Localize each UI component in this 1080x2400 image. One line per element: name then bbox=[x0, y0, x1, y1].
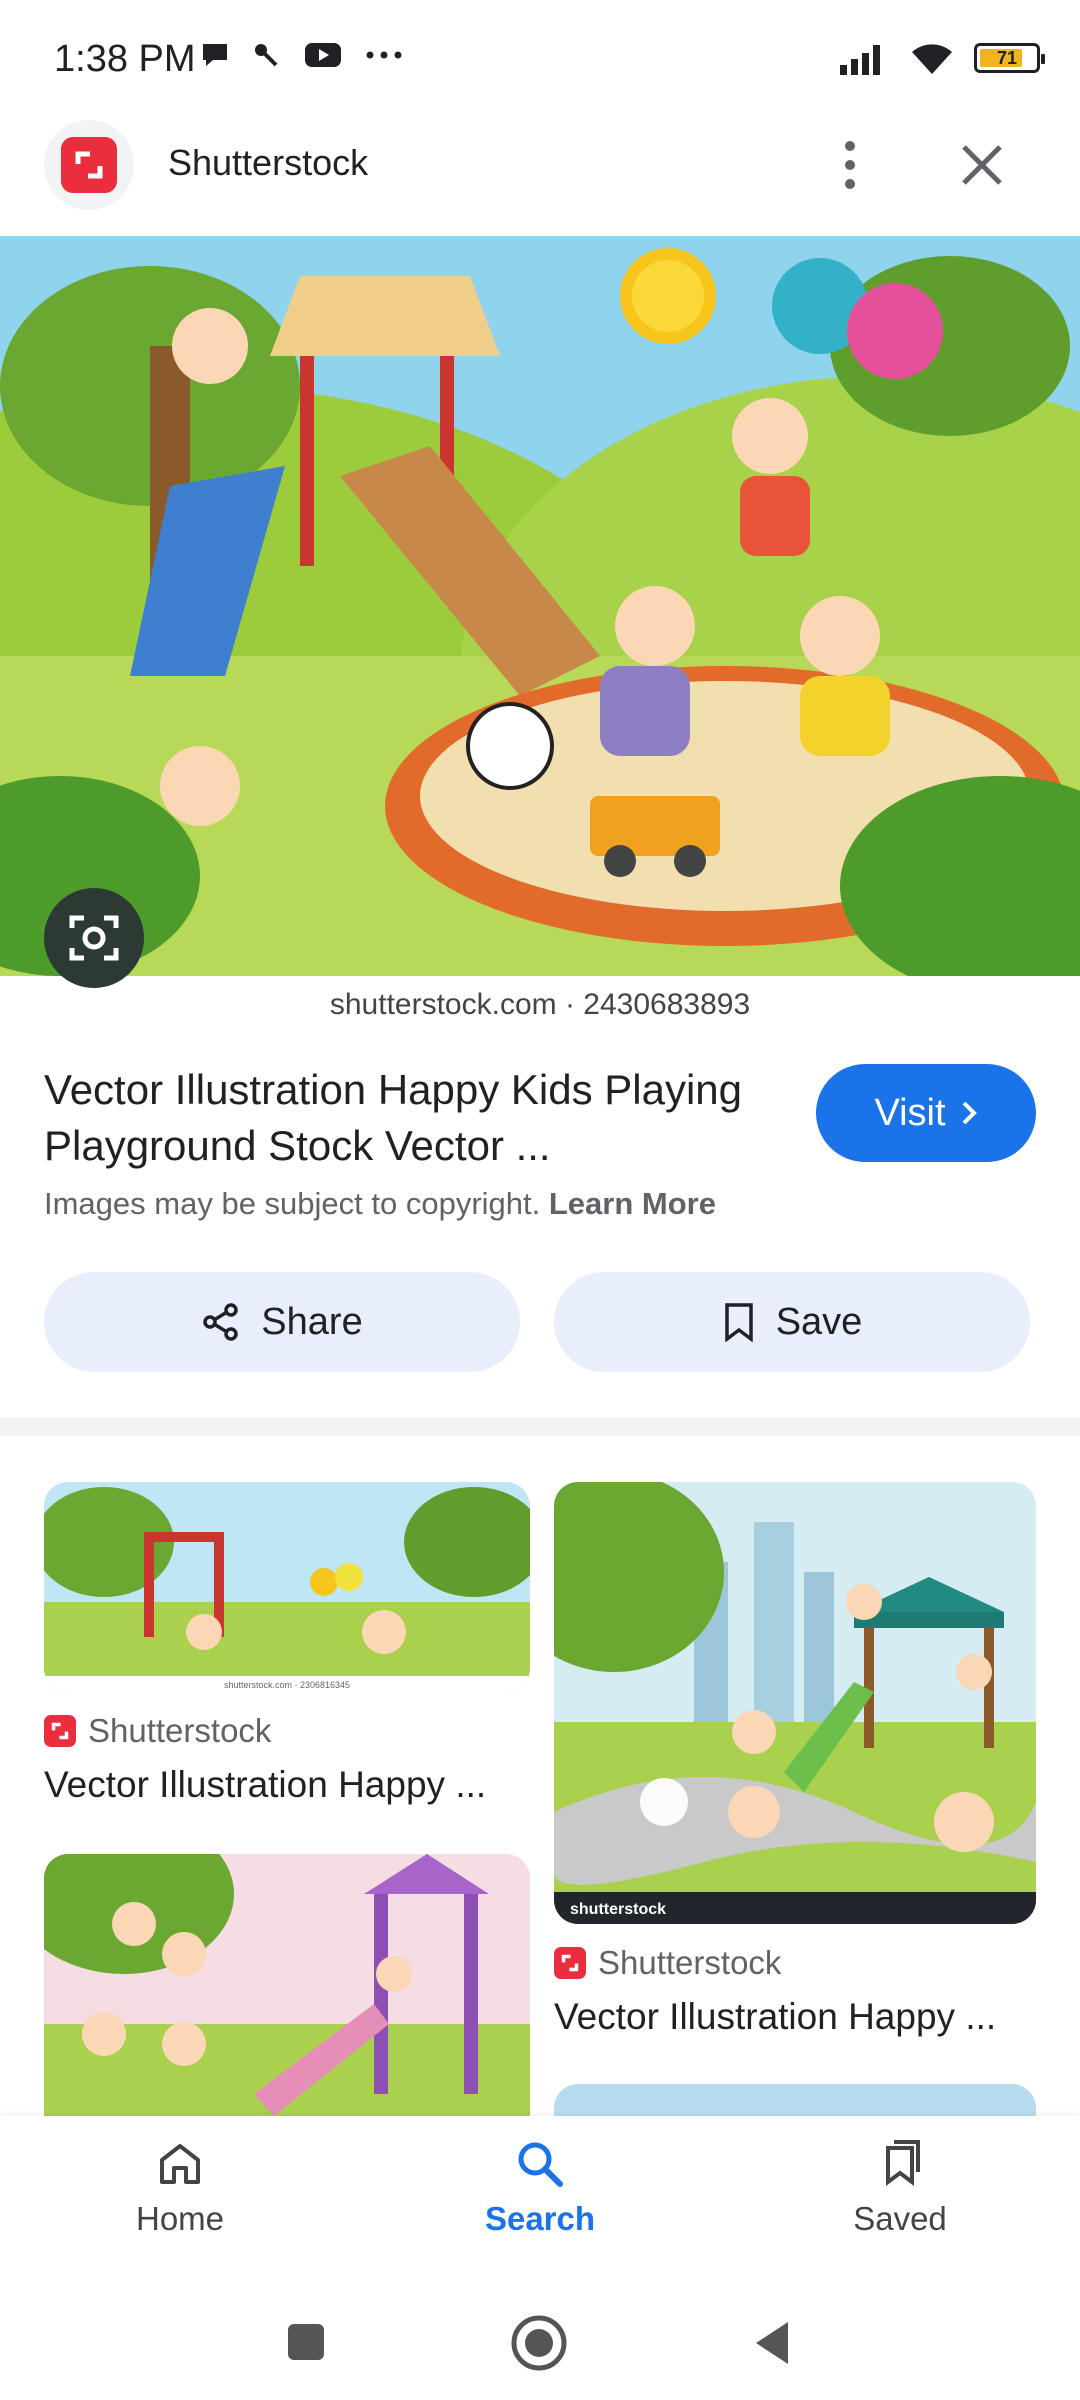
home-button-icon[interactable] bbox=[510, 2314, 568, 2372]
more-vert-icon bbox=[845, 141, 855, 189]
battery-icon: 71 bbox=[974, 43, 1045, 73]
recents-button-icon[interactable] bbox=[286, 2322, 326, 2362]
learn-more-link[interactable]: Learn More bbox=[549, 1186, 716, 1221]
related-source-name: Shutterstock bbox=[598, 1944, 782, 1981]
thumb1-watermark: shutterstock.com · 2306816345 bbox=[224, 1680, 350, 1690]
share-icon bbox=[203, 1303, 239, 1341]
notification-icons bbox=[200, 40, 404, 70]
related-thumbnail[interactable]: shutterstock.com · 2306816345 bbox=[44, 1482, 530, 1692]
related-result-card[interactable] bbox=[554, 2084, 1036, 2116]
related-source-name: Shutterstock bbox=[88, 1712, 272, 1749]
related-title[interactable]: Vector Illustration Happy ... bbox=[44, 1764, 530, 1806]
section-divider bbox=[0, 1418, 1080, 1436]
site-name: Shutterstock bbox=[168, 142, 369, 183]
status-bar: 1:38 PM 71 bbox=[0, 0, 1080, 120]
nav-saved[interactable]: Saved bbox=[790, 2138, 1010, 2238]
related-result-card[interactable] bbox=[44, 1854, 530, 2116]
bottom-navigation: Home Search Saved bbox=[0, 2116, 1080, 2286]
related-thumbnail[interactable]: shutterstock bbox=[554, 1482, 1036, 1924]
share-label: Share bbox=[261, 1300, 363, 1343]
google-lens-button[interactable] bbox=[44, 888, 144, 988]
close-button[interactable] bbox=[950, 130, 1014, 200]
image-watermark: shutterstock.com · 2430683893 bbox=[329, 988, 751, 1021]
battery-percentage: 71 bbox=[996, 47, 1018, 68]
nav-search[interactable]: Search bbox=[430, 2138, 650, 2238]
key-icon bbox=[255, 44, 278, 67]
nav-saved-label: Saved bbox=[853, 2200, 947, 2237]
related-thumbnail[interactable] bbox=[44, 1854, 530, 2116]
result-title[interactable]: Vector Illustration Happy Kids Playing P… bbox=[44, 1062, 764, 1174]
search-icon bbox=[518, 2142, 563, 2187]
result-image[interactable]: shutterstock.com · 2430683893 bbox=[0, 236, 1080, 1026]
home-icon bbox=[160, 2144, 200, 2184]
more-options-button[interactable] bbox=[820, 130, 880, 200]
save-label: Save bbox=[775, 1300, 863, 1343]
youtube-icon bbox=[305, 43, 341, 67]
site-header: Shutterstock bbox=[0, 120, 1080, 236]
signal-icon bbox=[840, 45, 880, 75]
visit-label: Visit bbox=[874, 1091, 946, 1134]
more-dots-icon bbox=[366, 51, 402, 59]
related-result-card[interactable]: shutterstock Shutterstock Vector Illustr… bbox=[554, 1482, 1036, 2038]
bookmark-icon bbox=[724, 1303, 753, 1342]
visit-button[interactable]: Visit bbox=[816, 1064, 1036, 1162]
nav-home[interactable]: Home bbox=[70, 2138, 290, 2238]
nav-search-label: Search bbox=[484, 2200, 596, 2237]
related-result-card[interactable]: shutterstock.com · 2306816345 Shuttersto… bbox=[44, 1482, 530, 1806]
copyright-text: Images may be subject to copyright. bbox=[44, 1186, 541, 1221]
related-title[interactable]: Vector Illustration Happy ... bbox=[554, 1996, 1036, 2038]
shutterstock-favicon-icon bbox=[44, 1715, 76, 1747]
shutterstock-logo-icon[interactable] bbox=[44, 120, 134, 210]
back-button-icon[interactable] bbox=[752, 2320, 792, 2366]
close-icon bbox=[962, 145, 1002, 185]
thumb2-brand: shutterstock bbox=[570, 1901, 666, 1918]
status-time: 1:38 PM bbox=[54, 38, 196, 80]
chevron-right-icon bbox=[962, 1101, 977, 1125]
playground-illustration bbox=[0, 236, 1080, 976]
related-source: Shutterstock bbox=[44, 1712, 530, 1750]
share-button[interactable]: Share bbox=[44, 1272, 520, 1372]
lens-icon bbox=[69, 915, 119, 961]
shutterstock-favicon-icon bbox=[554, 1947, 586, 1979]
wifi-icon bbox=[912, 44, 952, 74]
related-source: Shutterstock bbox=[554, 1944, 1036, 1982]
related-thumbnail[interactable] bbox=[554, 2084, 1036, 2116]
saved-bookmark-icon bbox=[886, 2140, 920, 2186]
system-status-icons: 71 bbox=[838, 40, 1045, 76]
nav-home-label: Home bbox=[135, 2200, 225, 2237]
copyright-notice: Images may be subject to copyright. Lear… bbox=[44, 1186, 716, 1222]
save-button[interactable]: Save bbox=[554, 1272, 1030, 1372]
system-navigation-bar bbox=[0, 2286, 1080, 2400]
chat-icon bbox=[203, 44, 227, 66]
